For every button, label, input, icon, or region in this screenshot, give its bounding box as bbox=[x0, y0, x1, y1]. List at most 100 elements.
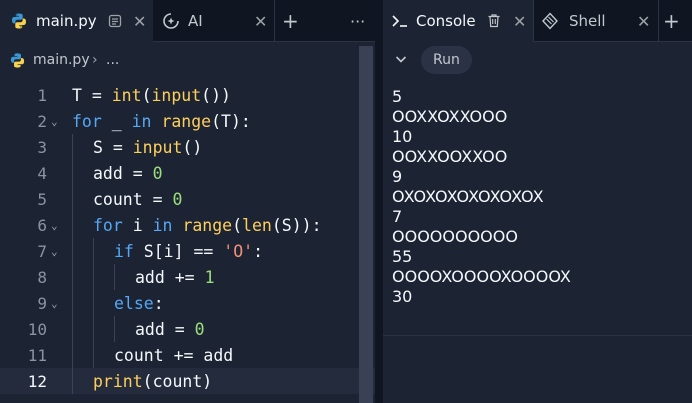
code-token: : bbox=[153, 293, 164, 313]
code-token: += bbox=[173, 345, 204, 365]
code-token: for bbox=[72, 111, 102, 131]
console-toolbar: Run bbox=[383, 43, 692, 77]
code-text: S = input() bbox=[93, 138, 202, 157]
fold-chevron-icon[interactable]: ⌄ bbox=[51, 245, 58, 258]
console-output: 5 OOXXOXXOOO 10 OOXXOOXXOO 9 OXOXOXOXOXOXOX 7 O… bbox=[392, 87, 571, 307]
trash-icon[interactable] bbox=[487, 13, 501, 32]
code-token: int bbox=[111, 85, 142, 105]
line-number: 5 bbox=[37, 189, 47, 209]
close-tab-console-icon[interactable]: ✕ bbox=[513, 12, 526, 31]
code-token: += bbox=[174, 267, 205, 287]
tab-main-py[interactable]: main.py ✕ bbox=[0, 0, 153, 42]
tab-main-py-label: main.py bbox=[36, 12, 97, 30]
tab-ai[interactable]: AI ✕ bbox=[154, 0, 274, 42]
code-line[interactable]: 4 add = 0 bbox=[0, 160, 375, 186]
code-line[interactable]: 10 add = 0 bbox=[0, 316, 375, 342]
indent-guide bbox=[72, 290, 73, 316]
output-line: OOOOOOOOOO bbox=[392, 227, 518, 246]
add-tab-icon[interactable]: + bbox=[663, 0, 680, 42]
tab-console[interactable]: Console ✕ bbox=[383, 0, 533, 42]
indent-guide bbox=[93, 290, 94, 316]
code-text: if S[i] == 'O': bbox=[114, 242, 263, 261]
line-number: 6 bbox=[37, 215, 47, 235]
code-line[interactable]: 5 count = 0 bbox=[0, 186, 375, 212]
indent-guide bbox=[72, 264, 73, 290]
file-type-icon bbox=[108, 14, 122, 32]
code-token: ( bbox=[232, 215, 243, 235]
code-line[interactable]: 6 ⌄ for i in range(len(S)): bbox=[0, 212, 375, 238]
editor-tab-bar: main.py ✕ AI ✕ + ··· bbox=[0, 0, 375, 42]
line-number: 1 bbox=[37, 85, 47, 105]
line-number: 9 bbox=[37, 293, 47, 313]
breadcrumb-chevron-icon: › bbox=[92, 52, 98, 68]
code-line[interactable]: 3 S = input() bbox=[0, 134, 375, 160]
editor-scrollbar[interactable] bbox=[359, 46, 373, 403]
line-number: 4 bbox=[37, 163, 47, 183]
code-line[interactable]: 7 ⌄ if S[i] == 'O': bbox=[0, 238, 375, 264]
code-line[interactable]: 11 count += add bbox=[0, 342, 375, 368]
indent-guide bbox=[93, 238, 94, 264]
indent-guide bbox=[72, 238, 73, 264]
code-line[interactable]: 1 T = int(input()) bbox=[0, 82, 375, 108]
fold-chevron-icon[interactable]: ⌄ bbox=[51, 297, 58, 310]
code-token: i bbox=[122, 215, 153, 235]
more-options-icon[interactable]: ··· bbox=[350, 0, 365, 42]
tab-shell-label: Shell bbox=[569, 12, 606, 30]
code-text: add = 0 bbox=[135, 320, 205, 339]
code-token: _ bbox=[101, 111, 132, 131]
run-button[interactable]: Run bbox=[421, 46, 472, 74]
code-token: 0 bbox=[194, 319, 205, 339]
breadcrumb: main.py › ... bbox=[0, 43, 375, 77]
close-tab-shell-icon[interactable]: ✕ bbox=[637, 12, 650, 31]
console-tab-bar: Console ✕ Shell ✕ + bbox=[383, 0, 692, 42]
tab-shell[interactable]: Shell ✕ bbox=[534, 0, 658, 42]
fold-chevron-icon[interactable]: ⌄ bbox=[51, 219, 58, 232]
output-line: 55 bbox=[392, 247, 413, 266]
line-number: 11 bbox=[27, 345, 47, 365]
code-token: = bbox=[152, 189, 173, 209]
console-pane: Console ✕ Shell ✕ + Run 5 OOXXOXXOOO 10 OOX… bbox=[383, 0, 692, 403]
add-tab-icon[interactable]: + bbox=[282, 0, 299, 42]
line-number: 2 bbox=[37, 111, 47, 131]
code-editor[interactable]: 1 T = int(input()) 2 ⌄ for _ in range(T): 3 S … bbox=[0, 82, 375, 394]
ai-icon bbox=[162, 12, 180, 30]
tab-console-label: Console bbox=[416, 12, 476, 30]
indent-guide bbox=[72, 134, 73, 160]
close-tab-ai-icon[interactable]: ✕ bbox=[254, 12, 267, 31]
code-text: T = int(input()) bbox=[72, 86, 231, 105]
breadcrumb-file[interactable]: main.py bbox=[33, 52, 90, 68]
terminal-icon bbox=[391, 12, 409, 34]
code-line[interactable]: 8 add += 1 bbox=[0, 264, 375, 290]
code-token: range bbox=[161, 111, 212, 131]
code-token: else bbox=[114, 293, 154, 313]
output-line: 10 bbox=[392, 127, 413, 146]
code-line[interactable]: 12 print(count) bbox=[0, 368, 375, 394]
code-text: for _ in range(T): bbox=[72, 112, 251, 131]
breadcrumb-ellipsis[interactable]: ... bbox=[106, 52, 119, 68]
output-line: 30 bbox=[392, 287, 413, 306]
code-text: print(count) bbox=[93, 372, 212, 391]
code-token: : bbox=[253, 241, 264, 261]
code-line[interactable]: 2 ⌄ for _ in range(T): bbox=[0, 108, 375, 134]
code-token: S bbox=[93, 137, 113, 157]
chevron-down-icon[interactable] bbox=[394, 51, 408, 70]
code-text: count = 0 bbox=[93, 190, 182, 209]
output-line: OOOOXOOOOXOOOOX bbox=[392, 267, 571, 286]
code-token: count bbox=[114, 345, 174, 365]
code-token: 0 bbox=[152, 163, 163, 183]
pane-resize-handle[interactable] bbox=[375, 0, 383, 403]
output-line: OOXXOXXOOO bbox=[392, 107, 508, 126]
code-token: 'O' bbox=[223, 241, 254, 261]
code-text: add = 0 bbox=[93, 164, 163, 183]
indent-guide bbox=[114, 264, 115, 290]
code-line[interactable]: 9 ⌄ else: bbox=[0, 290, 375, 316]
indent-guide bbox=[93, 342, 94, 368]
output-line: 7 bbox=[392, 207, 403, 226]
code-token: = bbox=[132, 163, 153, 183]
fold-chevron-icon[interactable]: ⌄ bbox=[51, 115, 58, 128]
python-icon bbox=[10, 12, 28, 30]
close-tab-main-py-icon[interactable]: ✕ bbox=[133, 12, 146, 31]
code-token: () bbox=[182, 137, 203, 157]
code-token: count bbox=[93, 189, 153, 209]
